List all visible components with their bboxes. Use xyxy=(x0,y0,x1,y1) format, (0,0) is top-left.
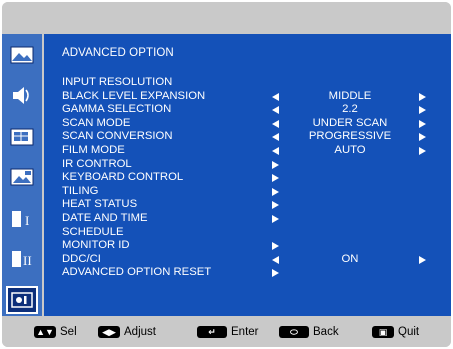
menu-row-ir-control[interactable]: IR CONTROL xyxy=(62,158,451,172)
arrow-left-icon[interactable] xyxy=(272,133,279,142)
hint-adjust: ◀▶ Adjust xyxy=(98,325,156,339)
hint-enter-label: Enter xyxy=(231,326,259,338)
menu-row-label: BLACK LEVEL EXPANSION xyxy=(62,89,206,102)
svg-text:I: I xyxy=(25,213,29,228)
menu-row-tiling[interactable]: TILING xyxy=(62,185,451,199)
arrow-left-icon[interactable] xyxy=(272,146,279,155)
osd-window: I II ADVANCED OPTION INPUT RESOLUTION BLA… xyxy=(2,2,451,347)
menu-row-label: IR CONTROL xyxy=(62,157,132,170)
menu-row-value: PROGRESSIVE xyxy=(308,130,392,143)
screen-icon[interactable] xyxy=(9,166,35,188)
menu-row-label: SCAN MODE xyxy=(62,116,131,129)
arrow-right-icon[interactable] xyxy=(419,106,426,115)
hint-back: ⬭ Back xyxy=(279,325,339,339)
menu-row-label: SCHEDULE xyxy=(62,225,124,238)
submenu-arrow-icon[interactable] xyxy=(272,174,279,183)
menu-row-label: HEAT STATUS xyxy=(62,198,138,211)
submenu-arrow-icon[interactable] xyxy=(272,187,279,196)
submenu-arrow-icon[interactable] xyxy=(272,160,279,169)
menu-sidebar: I II xyxy=(2,34,42,316)
arrow-right-icon[interactable] xyxy=(419,92,426,101)
pip-icon[interactable] xyxy=(9,126,35,148)
arrow-right-icon[interactable] xyxy=(419,133,426,142)
menu-row-gamma-selection[interactable]: GAMMA SELECTION 2.2 xyxy=(62,103,451,117)
menu-row-value: ON xyxy=(341,252,359,265)
hint-sel-label: Sel xyxy=(60,326,77,338)
menu-row-date-and-time[interactable]: DATE AND TIME xyxy=(62,212,451,226)
hint-sel: ▲▼ Sel xyxy=(34,325,77,339)
arrow-right-icon[interactable] xyxy=(419,146,426,155)
menu-row-scan-conversion[interactable]: SCAN CONVERSION PROGRESSIVE xyxy=(62,130,451,144)
menu-row-label: KEYBOARD CONTROL xyxy=(62,171,184,184)
hint-back-label: Back xyxy=(313,326,339,338)
menu-row-ddc-ci[interactable]: DDC/CI ON xyxy=(62,253,451,267)
enter-icon: ↵ xyxy=(197,326,227,338)
menu-row-label: INPUT RESOLUTION xyxy=(62,76,173,88)
menu-row-value: AUTO xyxy=(334,143,366,156)
menu-row-value: 2.2 xyxy=(342,103,358,116)
arrow-right-icon[interactable] xyxy=(419,255,426,264)
menu-row-value: MIDDLE xyxy=(328,89,372,102)
audio-icon[interactable] xyxy=(9,84,35,106)
menu-row-schedule[interactable]: SCHEDULE xyxy=(62,226,451,240)
menu-row-heat-status[interactable]: HEAT STATUS xyxy=(62,198,451,212)
advanced-option-panel: ADVANCED OPTION INPUT RESOLUTION BLACK LE… xyxy=(44,34,451,316)
arrow-right-icon[interactable] xyxy=(419,119,426,128)
back-icon: ⬭ xyxy=(279,326,309,338)
menu-row-label: DATE AND TIME xyxy=(62,211,148,224)
menu-row-keyboard-control[interactable]: KEYBOARD CONTROL xyxy=(62,171,451,185)
setup2-icon[interactable]: II xyxy=(9,248,35,270)
quit-icon: ▣ xyxy=(372,326,394,338)
page-title: ADVANCED OPTION xyxy=(62,47,174,59)
submenu-arrow-icon[interactable] xyxy=(272,242,279,251)
menu-row-label: FILM MODE xyxy=(62,143,125,156)
top-bar xyxy=(2,2,451,34)
hint-quit-label: Quit xyxy=(398,326,420,338)
menu-row-input-resolution[interactable]: INPUT RESOLUTION xyxy=(62,76,451,90)
menu-row-label: TILING xyxy=(62,184,99,197)
hint-enter: ↵ Enter xyxy=(197,325,259,339)
menu-row-film-mode[interactable]: FILM MODE AUTO xyxy=(62,144,451,158)
submenu-arrow-icon[interactable] xyxy=(272,214,279,223)
hint-quit: ▣ Quit xyxy=(372,325,419,339)
menu-row-monitor-id[interactable]: MONITOR ID xyxy=(62,239,451,253)
menu-row-label: DDC/CI xyxy=(62,252,101,265)
arrow-left-icon[interactable] xyxy=(272,106,279,115)
left-right-icon: ◀▶ xyxy=(98,326,120,338)
up-down-icon: ▲▼ xyxy=(34,326,56,338)
picture-icon[interactable] xyxy=(9,44,35,66)
submenu-arrow-icon[interactable] xyxy=(272,269,279,278)
settings-menu: INPUT RESOLUTION BLACK LEVEL EXPANSION MID… xyxy=(62,76,451,280)
setup1-icon[interactable]: I xyxy=(9,208,35,230)
menu-row-label: GAMMA SELECTION xyxy=(62,103,172,116)
svg-text:II: II xyxy=(23,253,32,268)
menu-row-advanced-option-reset[interactable]: ADVANCED OPTION RESET xyxy=(62,266,451,280)
advanced-option-icon[interactable] xyxy=(6,286,38,314)
arrow-left-icon[interactable] xyxy=(272,119,279,128)
hint-adjust-label: Adjust xyxy=(124,326,156,338)
menu-row-label: ADVANCED OPTION RESET xyxy=(62,266,212,279)
menu-row-label: SCAN CONVERSION xyxy=(62,130,173,143)
footer-hints: ▲▼ Sel ◀▶ Adjust ↵ Enter ⬭ Back ▣ Quit xyxy=(2,316,451,347)
menu-row-black-level-expansion[interactable]: BLACK LEVEL EXPANSION MIDDLE xyxy=(62,90,451,104)
menu-row-scan-mode[interactable]: SCAN MODE UNDER SCAN xyxy=(62,117,451,131)
menu-row-value: UNDER SCAN xyxy=(312,116,388,129)
arrow-left-icon[interactable] xyxy=(272,92,279,101)
menu-row-label: MONITOR ID xyxy=(62,239,130,252)
submenu-arrow-icon[interactable] xyxy=(272,201,279,210)
arrow-left-icon[interactable] xyxy=(272,255,279,264)
